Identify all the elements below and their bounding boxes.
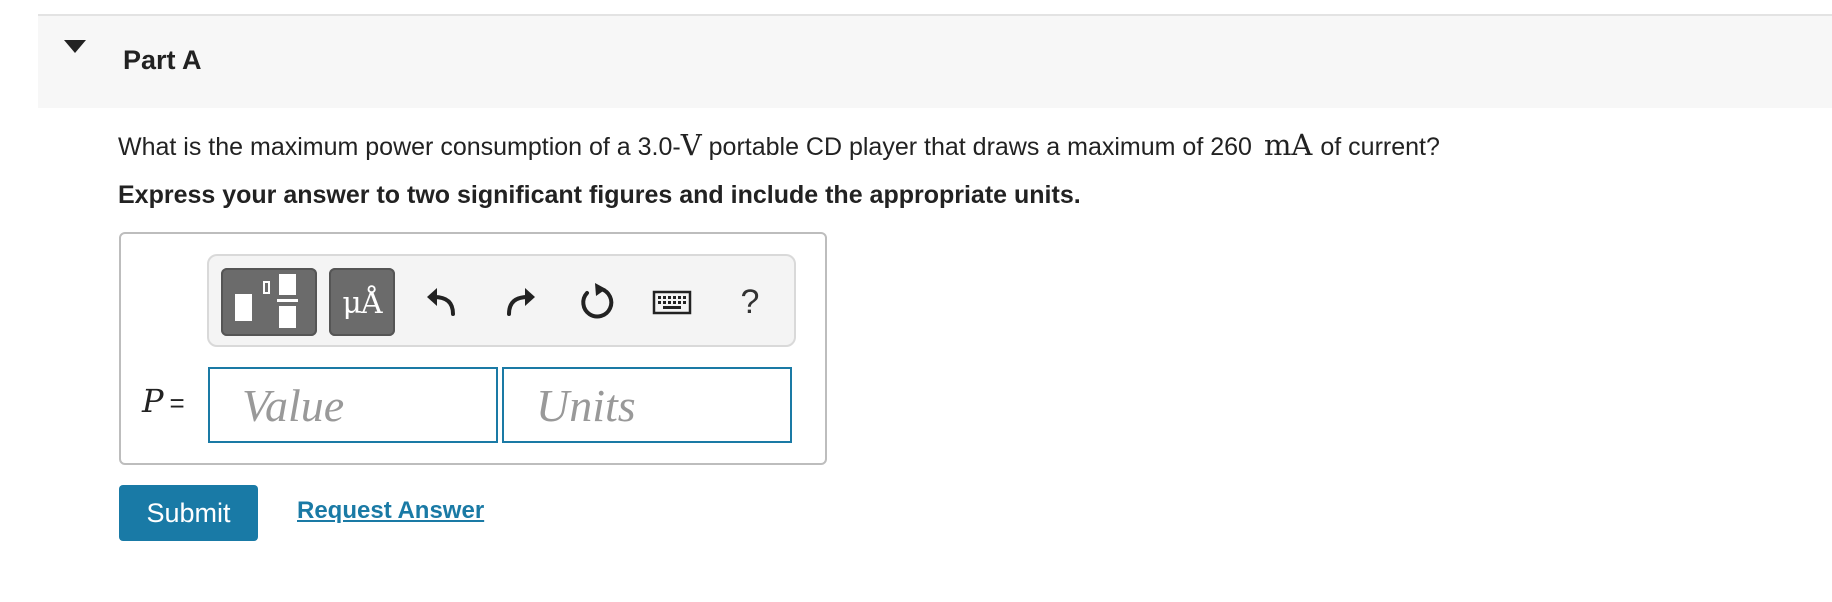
equals-sign: = (169, 388, 185, 418)
answer-instruction: Express your answer to two significant f… (118, 181, 1081, 209)
reset-icon[interactable] (575, 280, 619, 324)
variable-name: P (142, 382, 164, 420)
part-title: Part A (123, 45, 202, 75)
redo-icon[interactable] (498, 280, 542, 324)
fraction-template-button[interactable] (221, 268, 317, 336)
units-input[interactable] (502, 367, 792, 443)
request-answer-link[interactable]: Request Answer (297, 497, 484, 525)
question-text-middle: portable CD player that draws a maximum … (701, 133, 1252, 161)
variable-label: P = (142, 382, 185, 420)
undo-icon[interactable] (420, 280, 464, 324)
value-input[interactable] (208, 367, 498, 443)
keyboard-icon[interactable] (652, 280, 692, 324)
part-header (38, 16, 1832, 108)
help-button[interactable]: ? (728, 280, 772, 324)
units-label: μÅ (342, 286, 382, 321)
question-text-after: of current? (1320, 133, 1440, 161)
question-text-before: What is the maximum power consumption of… (118, 133, 681, 161)
voltage-unit: V (680, 128, 702, 162)
question-text: What is the maximum power consumption of… (118, 128, 1440, 162)
collapse-caret-icon[interactable] (64, 40, 86, 53)
submit-button[interactable]: Submit (119, 485, 258, 541)
current-unit: mA (1263, 128, 1313, 162)
units-button[interactable]: μÅ (329, 268, 395, 336)
